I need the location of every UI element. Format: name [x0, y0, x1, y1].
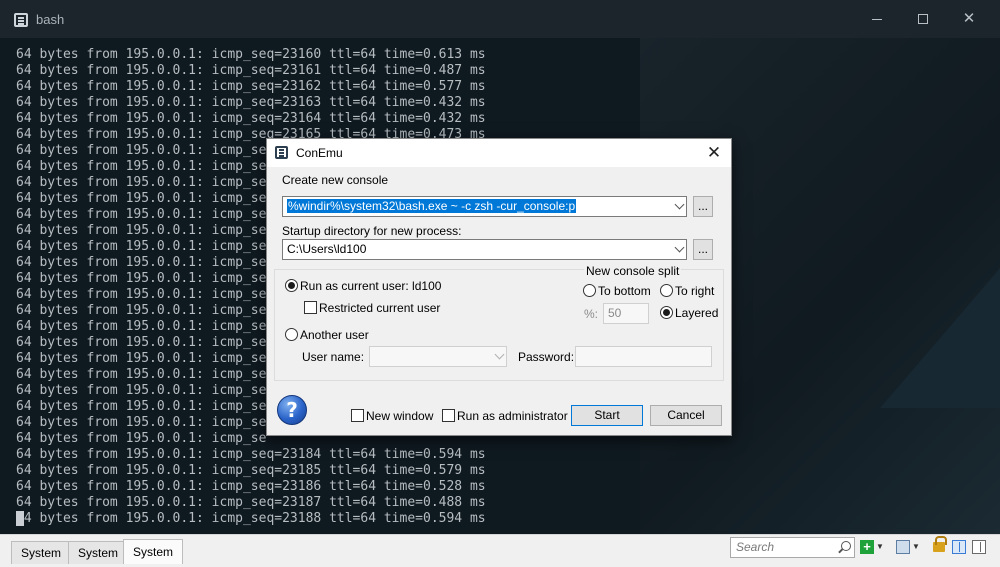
- user-name-label: User name:: [302, 350, 365, 364]
- dialog-title-bar[interactable]: ConEmu ✕: [267, 139, 731, 167]
- terminal-line: 64 bytes from 195.0.0.1: icmp_seq=23161 …: [16, 63, 486, 78]
- console-tab[interactable]: System: [11, 541, 72, 564]
- terminal-line: 64 bytes from 195.0.0.1: icmp_seq=23162 …: [16, 79, 486, 94]
- split-vertical-icon[interactable]: [952, 540, 966, 554]
- terminal-line: 64 bytes from 195.0.0.1: icmp_seq=23188 …: [16, 511, 486, 526]
- user-name-combo[interactable]: [369, 346, 507, 367]
- window-title: bash: [36, 12, 65, 27]
- command-value: %windir%\system32\bash.exe ~ -c zsh -cur…: [287, 199, 577, 213]
- password-field[interactable]: [575, 346, 712, 367]
- terminal-line: 64 bytes from 195.0.0.1: icmp_seq=23186 …: [16, 479, 486, 494]
- another-user-label[interactable]: Another user: [300, 328, 369, 342]
- new-window-label[interactable]: New window: [366, 409, 433, 423]
- lock-icon[interactable]: [933, 536, 947, 552]
- restricted-user-checkbox[interactable]: [304, 301, 317, 314]
- console-tab-active[interactable]: System: [123, 539, 184, 564]
- new-window-checkbox[interactable]: [351, 409, 364, 422]
- command-combo[interactable]: %windir%\system32\bash.exe ~ -c zsh -cur…: [282, 196, 687, 217]
- terminal-line: 64 bytes from 195.0.0.1: icmp_seq=23184 …: [16, 447, 486, 462]
- terminal-line: 64 bytes from 195.0.0.1: icmp_seq=23187 …: [16, 495, 486, 510]
- terminal-line: 64 bytes from 195.0.0.1: icmp_seq=23163 …: [16, 95, 486, 110]
- run-as-admin-checkbox[interactable]: [442, 409, 455, 422]
- restricted-user-label[interactable]: Restricted current user: [319, 301, 440, 315]
- window-icon[interactable]: [896, 540, 910, 554]
- browse-command-button[interactable]: ...: [693, 196, 713, 217]
- to-bottom-radio[interactable]: [583, 284, 596, 297]
- to-right-radio[interactable]: [660, 284, 673, 297]
- conemu-icon: [275, 146, 288, 159]
- dropdown-icon[interactable]: ▼: [912, 540, 920, 554]
- terminal-line: 64 bytes from 195.0.0.1: icmp_seq=23185 …: [16, 463, 486, 478]
- run-as-current-user-label[interactable]: Run as current user: ld100: [300, 279, 441, 293]
- terminal-line: 64 bytes from 195.0.0.1: icmp_seq=23164 …: [16, 111, 486, 126]
- chevron-down-icon: [674, 242, 685, 253]
- split-group-label: New console split: [584, 264, 682, 278]
- another-user-radio[interactable]: [285, 328, 298, 341]
- console-tab[interactable]: System: [68, 541, 129, 564]
- terminal-background-shape: [880, 268, 1000, 408]
- split-percent-label: %:: [584, 307, 599, 321]
- startup-directory-value: C:\Users\ld100: [287, 242, 367, 256]
- run-as-admin-label[interactable]: Run as administrator: [457, 409, 568, 423]
- chevron-down-icon: [674, 199, 685, 210]
- new-console-dialog: ConEmu ✕ Create new console %windir%\sys…: [266, 138, 732, 436]
- minimize-button[interactable]: [854, 0, 900, 38]
- maximize-button[interactable]: [900, 0, 946, 38]
- dialog-close-button[interactable]: ✕: [703, 143, 725, 163]
- cancel-button[interactable]: Cancel: [650, 405, 722, 426]
- maximize-icon: [918, 14, 928, 25]
- layered-radio[interactable]: [660, 306, 673, 319]
- help-icon[interactable]: ?: [277, 395, 307, 425]
- split-panel-icon[interactable]: [972, 540, 986, 554]
- to-right-label[interactable]: To right: [675, 284, 714, 298]
- run-as-current-user-radio[interactable]: [285, 279, 298, 292]
- title-bar[interactable]: bash ✕: [0, 0, 1000, 38]
- chevron-down-icon: [494, 349, 505, 360]
- startup-directory-label: Startup directory for new process:: [282, 224, 462, 238]
- start-button[interactable]: Start: [571, 405, 643, 426]
- startup-directory-combo[interactable]: C:\Users\ld100: [282, 239, 687, 260]
- close-icon: ✕: [962, 10, 976, 27]
- split-percent-field[interactable]: 50: [603, 303, 649, 324]
- close-button[interactable]: ✕: [946, 0, 992, 38]
- dialog-title: ConEmu: [296, 146, 343, 160]
- terminal-line: 64 bytes from 195.0.0.1: icmp_seq=23160 …: [16, 47, 486, 62]
- add-console-icon[interactable]: +: [860, 540, 874, 554]
- search-icon: [841, 541, 851, 551]
- terminal-cursor: [16, 511, 24, 526]
- password-label: Password:: [518, 350, 575, 364]
- dropdown-icon[interactable]: ▼: [876, 540, 884, 554]
- to-bottom-label[interactable]: To bottom: [598, 284, 651, 298]
- conemu-icon[interactable]: [14, 13, 28, 27]
- conemu-window: bash ✕ 64 bytes from 195.0.0.1: icmp_seq…: [0, 0, 1000, 567]
- search-placeholder: Search: [736, 540, 775, 554]
- browse-directory-button[interactable]: ...: [693, 239, 713, 260]
- minimize-icon: [872, 18, 882, 20]
- layered-label[interactable]: Layered: [675, 306, 718, 320]
- create-console-label: Create new console: [282, 173, 389, 187]
- search-input[interactable]: Search: [730, 537, 855, 558]
